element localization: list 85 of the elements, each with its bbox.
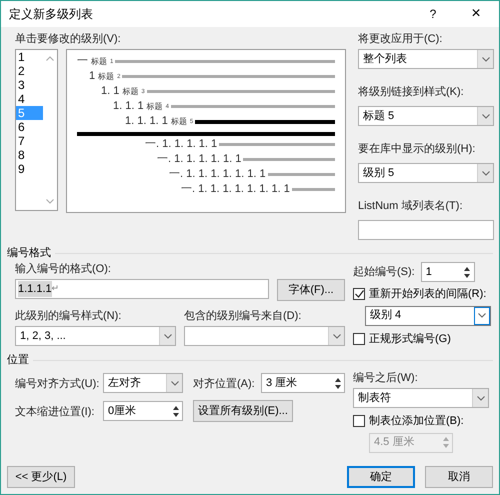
spin-down-icon[interactable] [334,384,340,388]
level-list-item[interactable]: 3 [16,78,43,92]
check-icon [354,290,364,298]
field-label: 要在库中显示的级别(H): [358,143,476,155]
preview-number: 1. 1. 1. 1 [125,115,168,128]
field-label: 此级别的编号样式(N): [15,309,122,323]
set-all-levels-button[interactable]: 设置所有级别(E)... [193,400,293,422]
level-list-item[interactable]: 2 [16,64,43,78]
ok-button[interactable]: 确定 [347,466,415,488]
scroll-up-icon[interactable] [46,56,54,61]
format-value: 1.1.1.1 [18,280,52,298]
checkbox-label: 正规形式编号(G) [369,332,451,346]
level-list-item[interactable]: 1 [16,50,43,64]
dropdown[interactable]: 标题 5 [358,106,494,126]
field-label: 输入编号的格式(O): [15,262,112,276]
field-label: 编号之后(W): [353,371,419,385]
input-field[interactable] [358,220,494,240]
level-list-item[interactable]: 9 [16,162,43,176]
preview-number: 一. 1. 1. 1. 1. 1. 1. 1. 1 [181,183,290,196]
level-listbox[interactable]: 1 2 3 4 5 6 7 8 9 [15,49,58,211]
window-title: 定义新多级列表 [9,6,94,23]
field-label: 将更改应用于(C): [358,32,444,46]
less-button[interactable]: << 更少(L) [7,466,75,488]
help-button[interactable]: ? [413,5,453,23]
checkbox-label: 重新开始列表的间隔(R): [369,286,486,302]
chevron-down-icon [482,56,490,62]
dropdown[interactable]: 级别 5 [358,163,494,183]
font-button[interactable]: 字体(F)... [277,279,345,301]
dropdown[interactable]: 左对齐 [103,373,183,393]
section-title: 编号格式 [7,246,51,260]
preview-number: 1 [89,70,96,83]
spin-up-icon[interactable] [334,378,340,382]
close-button[interactable]: × [453,2,499,26]
spin-down-icon[interactable] [464,274,470,278]
level-list-item[interactable]: 8 [16,148,43,162]
preview-number: 一. 1. 1. 1. 1. 1. 1 [157,153,242,166]
dropdown[interactable]: 整个列表 [358,49,494,69]
preview-caption: 标题 [98,72,114,82]
scroll-down-icon[interactable] [46,199,54,204]
dropdown[interactable]: 1, 2, 3, ... [15,326,176,346]
spin-field[interactable]: 0厘米 [103,401,183,421]
chevron-down-icon [164,334,172,338]
preview-caption: 标题 [91,56,107,66]
paragraph-mark: ↵ [52,282,60,296]
checkbox[interactable] [353,332,365,345]
checkbox[interactable] [353,415,365,428]
level-list-item[interactable]: 4 [16,92,43,106]
field-label: 文本缩进位置(I): [15,406,94,418]
chevron-down-icon [476,396,484,400]
field-label: 对齐位置(A): [193,378,255,390]
chevron-down-icon [482,170,490,176]
dropdown[interactable]: 制表符 [353,388,489,408]
preview-number: 一 [77,55,88,68]
cancel-button[interactable]: 取消 [425,466,493,488]
dropdown-arrow-button[interactable] [474,306,490,324]
section-label: 单击要修改的级别(V): [15,32,122,46]
field-label: 起始编号(S): [353,265,415,279]
level-list-item[interactable]: 6 [16,120,43,134]
checkbox[interactable] [353,288,365,300]
preview-caption: 标题 [146,102,163,112]
preview-number: 一. 1. 1. 1. 1. 1. 1. 1 [169,168,266,181]
chevron-down-icon [482,114,490,118]
chevron-down-icon [332,334,340,338]
preview-number: 1. 1 [101,85,120,98]
level-list-item[interactable]: 7 [16,134,43,148]
preview-caption: 标题 [170,116,187,126]
checkbox-label: 制表位添加位置(B): [369,414,464,429]
field-label: ListNum 域列表名(T): [358,200,462,212]
dropdown[interactable] [184,326,345,346]
preview-number: 一. 1. 1. 1. 1. 1 [145,138,218,151]
spin-up-icon[interactable] [172,406,178,410]
spin-field[interactable]: 1 [420,262,475,282]
dropdown[interactable]: 级别 4 [365,306,491,326]
input-field[interactable]: 1.1.1.1↵ [15,279,269,299]
spin-down-icon[interactable] [172,412,178,416]
spin-up-icon[interactable] [464,266,470,270]
field-label: 编号对齐方式(U): [15,378,100,390]
preview-number: 1. 1. 1 [113,100,144,113]
spin-field[interactable]: 3 厘米 [261,373,345,393]
preview-caption: 标题 [122,86,138,96]
chevron-down-icon [478,313,486,318]
field-label: 将级别链接到样式(K): [358,86,464,98]
chevron-down-icon [170,380,178,386]
section-title: 位置 [7,353,29,367]
field-label: 包含的级别编号来自(D): [184,309,302,323]
